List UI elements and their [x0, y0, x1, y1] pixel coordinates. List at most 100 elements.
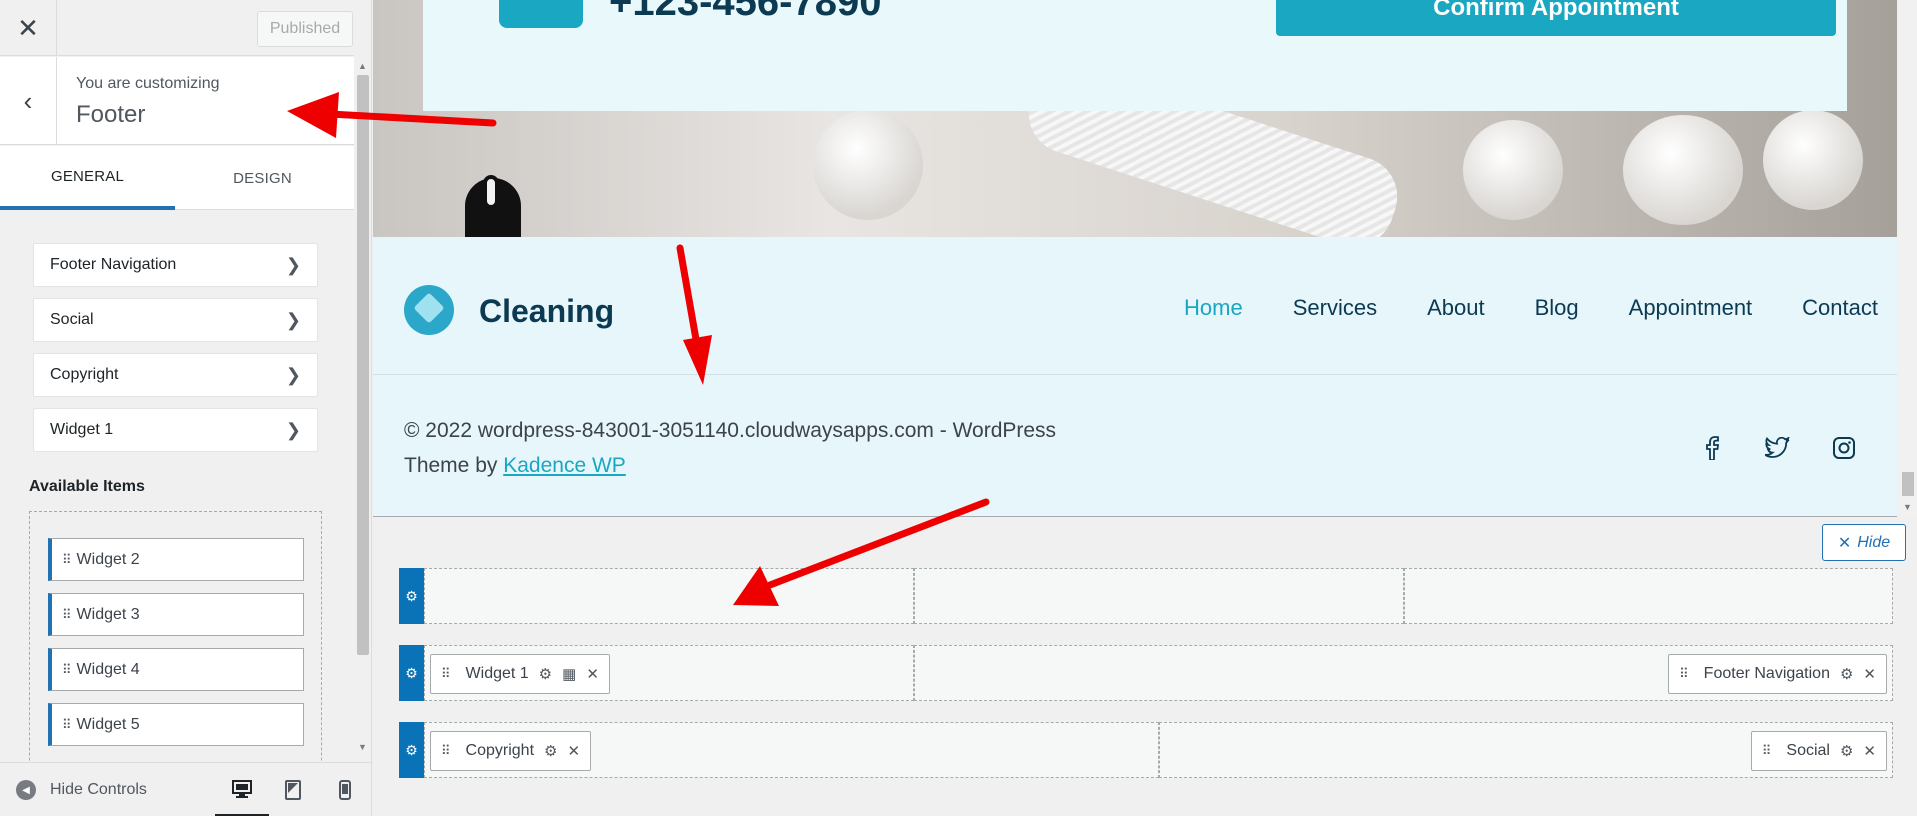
section-footer-navigation[interactable]: Footer Navigation ❯ [33, 243, 318, 287]
credit-prefix: Theme by [404, 454, 504, 477]
available-items-title: Available Items [29, 478, 145, 495]
remove-icon[interactable]: ✕ [1863, 742, 1876, 760]
section-label: Widget 1 [50, 421, 114, 438]
ball-decoration [813, 110, 923, 220]
tab-general[interactable]: GENERAL [0, 146, 175, 210]
sidebar-scroll-thumb[interactable] [357, 75, 369, 655]
spray-bottle-cap [483, 175, 499, 209]
footer-bottom-column-2[interactable]: ⠿ Social ⚙ ✕ [1159, 722, 1893, 778]
layout-icon[interactable]: ▦ [562, 665, 576, 683]
desktop-icon[interactable] [215, 763, 269, 816]
scroll-up-icon[interactable]: ▲ [358, 61, 367, 71]
site-footer: © 2022 wordpress-843001-3051140.cloudway… [373, 375, 1897, 517]
preview-scroll-thumb[interactable] [1902, 472, 1914, 496]
drag-handle-icon: ⠿ [441, 743, 450, 758]
item-label: Widget 3 [76, 605, 140, 623]
remove-icon[interactable]: ✕ [567, 742, 580, 760]
gear-icon[interactable]: ⚙ [1840, 742, 1853, 760]
section-label: Footer Navigation [50, 256, 177, 273]
logo-icon[interactable] [404, 285, 454, 335]
instagram-icon[interactable] [1831, 435, 1857, 461]
drag-handle-icon: ⠿ [1761, 743, 1771, 758]
ball-decoration [1463, 120, 1563, 220]
drag-handle-icon: ⠿ [62, 716, 71, 732]
nav-home[interactable]: Home [1184, 295, 1243, 321]
nav-about[interactable]: About [1427, 295, 1485, 321]
builder-item-copyright[interactable]: ⠿ Copyright ⚙ ✕ [430, 731, 592, 771]
copyright-credit: Theme by Kadence WP [404, 454, 626, 478]
row-settings-gear-icon[interactable]: ⚙ [399, 645, 424, 701]
footer-top-column-1[interactable] [424, 568, 914, 624]
item-label: Widget 4 [76, 660, 140, 678]
footer-middle-column-1[interactable]: ⠿ Widget 1 ⚙ ▦ ✕ [424, 645, 914, 701]
section-copyright[interactable]: Copyright ❯ [33, 353, 318, 397]
gear-icon[interactable]: ⚙ [539, 665, 552, 683]
gear-icon[interactable]: ⚙ [544, 742, 557, 760]
footer-bottom-row: ⚙ ⠿ Copyright ⚙ ✕ ⠿ Social ⚙ ✕ [399, 722, 1893, 778]
item-label: Widget 5 [76, 715, 140, 733]
customizing-panel-header: ‹ You are customizing Footer [0, 57, 354, 145]
site-preview: +123-456-7890 Confirm Appointment Cleani… [373, 0, 1917, 816]
gear-icon[interactable]: ⚙ [1840, 665, 1853, 683]
collapse-icon: ◀ [16, 780, 36, 800]
mobile-icon[interactable] [318, 763, 371, 816]
builder-item-label: Footer Navigation [1703, 665, 1830, 682]
builder-item-social[interactable]: ⠿ Social ⚙ ✕ [1750, 731, 1887, 771]
hide-controls-button[interactable]: ◀ Hide Controls [16, 780, 147, 800]
remove-icon[interactable]: ✕ [1863, 665, 1876, 683]
remove-icon[interactable]: ✕ [586, 665, 599, 683]
scroll-down-icon[interactable]: ▼ [1903, 502, 1912, 512]
phone-icon [499, 0, 583, 28]
nav-services[interactable]: Services [1293, 295, 1377, 321]
twitter-icon[interactable] [1765, 435, 1791, 461]
close-icon[interactable]: ✕ [0, 0, 57, 56]
customizing-label: You are customizing [76, 75, 220, 92]
available-item-widget-3[interactable]: ⠿ Widget 3 [48, 593, 304, 636]
back-chevron-icon[interactable]: ‹ [0, 57, 57, 145]
phone-number: +123-456-7890 [609, 0, 882, 24]
appointment-card: +123-456-7890 Confirm Appointment [423, 0, 1847, 111]
nav-appointment[interactable]: Appointment [1629, 295, 1753, 321]
chevron-right-icon: ❯ [285, 364, 301, 385]
nav-contact[interactable]: Contact [1802, 295, 1878, 321]
builder-item-widget-1[interactable]: ⠿ Widget 1 ⚙ ▦ ✕ [430, 654, 610, 694]
footer-middle-column-2[interactable]: ⠿ Footer Navigation ⚙ ✕ [914, 645, 1893, 701]
available-item-widget-2[interactable]: ⠿ Widget 2 [48, 538, 304, 581]
row-settings-gear-icon[interactable]: ⚙ [399, 722, 424, 778]
chevron-right-icon: ❯ [285, 309, 301, 330]
drag-handle-icon: ⠿ [62, 661, 71, 677]
row-settings-gear-icon[interactable]: ⚙ [399, 568, 424, 624]
confirm-appointment-button[interactable]: Confirm Appointment [1276, 0, 1836, 36]
builder-item-footer-navigation[interactable]: ⠿ Footer Navigation ⚙ ✕ [1668, 654, 1887, 694]
builder-item-label: Widget 1 [465, 665, 529, 682]
hide-builder-button[interactable]: ✕ Hide [1822, 524, 1906, 561]
available-item-widget-4[interactable]: ⠿ Widget 4 [48, 648, 304, 691]
footer-top-column-3[interactable] [1404, 568, 1893, 624]
available-item-widget-5[interactable]: ⠿ Widget 5 [48, 703, 304, 746]
scroll-down-icon[interactable]: ▼ [358, 742, 367, 752]
customizer-header: ✕ Published [0, 0, 354, 56]
published-button[interactable]: Published [257, 11, 353, 47]
builder-item-label: Copyright [465, 742, 535, 759]
footer-top-row: ⚙ [399, 568, 1893, 624]
nav-blog[interactable]: Blog [1535, 295, 1579, 321]
section-widget-1[interactable]: Widget 1 ❯ [33, 408, 318, 452]
site-logo-text[interactable]: Cleaning [479, 293, 614, 330]
section-social[interactable]: Social ❯ [33, 298, 318, 342]
hero-image: +123-456-7890 Confirm Appointment [373, 0, 1897, 257]
footer-bottom-column-1[interactable]: ⠿ Copyright ⚙ ✕ [424, 722, 1159, 778]
builder-item-label: Social [1786, 742, 1830, 759]
kadence-wp-link[interactable]: Kadence WP [503, 454, 626, 477]
tab-design[interactable]: DESIGN [175, 146, 350, 210]
social-links [1699, 435, 1857, 461]
footer-top-column-2[interactable] [914, 568, 1404, 624]
customizing-title: Footer [76, 101, 146, 128]
section-label: Copyright [50, 366, 119, 383]
site-header: Cleaning Home Services About Blog Appoin… [373, 237, 1897, 375]
facebook-icon[interactable] [1699, 435, 1725, 461]
close-icon: ✕ [1837, 534, 1852, 552]
tablet-icon[interactable] [266, 763, 320, 816]
sidebar-scrollbar[interactable]: ▲ ▼ [354, 57, 371, 757]
ball-decoration [1763, 110, 1863, 210]
preview-scrollbar[interactable]: ▼ [1899, 0, 1917, 517]
